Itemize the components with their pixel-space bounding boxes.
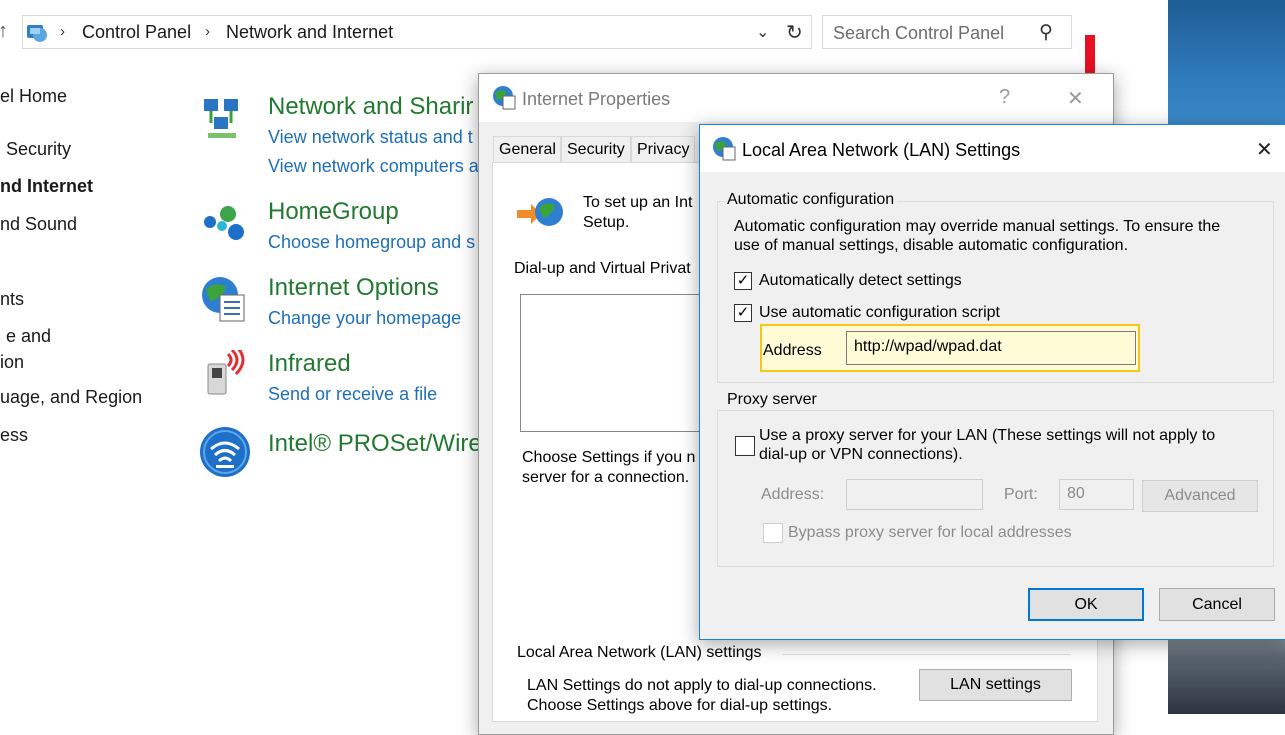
breadcrumb-separator-icon: › xyxy=(205,23,210,40)
setup-text-line2: Setup. xyxy=(583,214,630,231)
breadcrumb-network-and-internet[interactable]: Network and Internet xyxy=(226,22,393,43)
ok-button[interactable]: OK xyxy=(1028,588,1144,621)
nav-hardware-and-sound[interactable]: nd Sound xyxy=(0,214,77,235)
auto-detect-label[interactable]: Automatically detect settings xyxy=(759,272,962,290)
search-input[interactable]: Search Control Panel xyxy=(833,23,1004,44)
internet-options-icon xyxy=(198,273,248,328)
breadcrumb-separator-icon: › xyxy=(60,23,65,40)
category-internet-options-title[interactable]: Internet Options xyxy=(268,274,439,302)
auto-detect-checkbox[interactable]: ✓ xyxy=(734,272,752,290)
control-panel-icon xyxy=(24,19,50,45)
nav-clock-language-region[interactable]: uage, and Region xyxy=(0,387,142,408)
connections-list[interactable] xyxy=(520,294,712,432)
intel-wireless-icon xyxy=(198,425,252,484)
auto-script-label[interactable]: Use automatic configuration script xyxy=(759,304,1000,322)
port-input[interactable]: 80 xyxy=(1059,479,1134,510)
category-homegroup-title[interactable]: HomeGroup xyxy=(268,198,399,226)
internet-options-icon xyxy=(491,84,517,115)
script-address-input[interactable]: http://wpad/wpad.dat xyxy=(846,331,1136,365)
up-arrow-icon[interactable]: ↑ xyxy=(0,20,8,43)
auto-script-checkbox[interactable]: ✓ xyxy=(734,304,752,322)
auto-config-desc-line1: Automatic configuration may override man… xyxy=(734,218,1221,235)
homegroup-icon xyxy=(200,200,248,253)
category-intel-proset-title[interactable]: Intel® PROSet/Wire xyxy=(268,430,482,458)
auto-config-group-label: Automatic configuration xyxy=(724,191,898,209)
tab-privacy[interactable]: Privacy xyxy=(631,136,695,162)
help-icon[interactable]: ? xyxy=(999,86,1010,109)
network-sharing-icon xyxy=(198,95,246,148)
lan-group-divider xyxy=(783,654,1071,655)
choose-settings-text-line2: server for a connection. xyxy=(522,469,690,486)
infrared-icon xyxy=(204,344,250,403)
internet-options-icon xyxy=(711,135,737,166)
proxy-address-label: Address: xyxy=(761,486,825,503)
chevron-down-icon[interactable]: ⌄ xyxy=(756,22,769,42)
link-view-network-computers[interactable]: View network computers a xyxy=(268,156,479,177)
link-send-receive-file[interactable]: Send or receive a file xyxy=(268,384,437,405)
proxy-address-input[interactable] xyxy=(846,479,983,510)
close-icon[interactable]: ✕ xyxy=(1067,86,1084,111)
nav-ease-of-access[interactable]: ess xyxy=(0,425,28,446)
script-address-label: Address xyxy=(763,342,822,359)
lan-text-line1: LAN Settings do not apply to dial-up con… xyxy=(527,677,877,694)
category-network-sharing-title[interactable]: Network and Sharir xyxy=(268,93,473,121)
dialog-title: Local Area Network (LAN) Settings xyxy=(742,140,1021,160)
lan-group-label: Local Area Network (LAN) settings xyxy=(517,644,762,661)
setup-text-line1: To set up an Int xyxy=(583,194,693,211)
port-label: Port: xyxy=(1004,486,1038,503)
lan-settings-button[interactable]: LAN settings xyxy=(919,669,1072,701)
cancel-button[interactable]: Cancel xyxy=(1159,588,1275,621)
nav-programs[interactable]: nts xyxy=(0,289,24,310)
category-infrared-title[interactable]: Infrared xyxy=(268,350,351,378)
use-proxy-label-line2[interactable]: dial-up or VPN connections). xyxy=(759,446,963,464)
link-view-network-status[interactable]: View network status and t xyxy=(268,127,473,148)
refresh-icon[interactable]: ↻ xyxy=(786,20,803,45)
link-choose-homegroup[interactable]: Choose homegroup and s xyxy=(268,232,475,253)
dialog-title: Internet Properties xyxy=(522,89,671,109)
tab-security[interactable]: Security xyxy=(561,136,631,162)
breadcrumb-control-panel[interactable]: Control Panel xyxy=(82,22,191,43)
use-proxy-checkbox[interactable] xyxy=(735,436,755,456)
port-value: 80 xyxy=(1067,485,1085,502)
lan-text-line2: Choose Settings above for dial-up settin… xyxy=(527,697,833,714)
red-window-edge xyxy=(1085,35,1095,75)
advanced-button[interactable]: Advanced xyxy=(1142,480,1258,512)
proxy-server-group-label: Proxy server xyxy=(724,391,820,409)
setup-globe-arrow-icon xyxy=(515,192,565,237)
bypass-checkbox[interactable] xyxy=(763,523,783,543)
nav-appearance-line2[interactable]: ion xyxy=(0,352,24,373)
auto-config-desc-line2: use of manual settings, disable automati… xyxy=(734,237,1129,254)
link-change-homepage[interactable]: Change your homepage xyxy=(268,308,461,329)
nav-system-and-security[interactable]: Security xyxy=(6,139,71,160)
bypass-label[interactable]: Bypass proxy server for local addresses xyxy=(788,524,1072,542)
nav-network-and-internet[interactable]: nd Internet xyxy=(0,176,93,197)
script-address-value: http://wpad/wpad.dat xyxy=(854,338,1002,355)
dialup-vpn-label: Dial-up and Virtual Privat xyxy=(514,260,691,277)
close-icon[interactable]: ✕ xyxy=(1256,137,1273,162)
choose-settings-text-line1: Choose Settings if you n xyxy=(522,449,696,466)
nav-control-panel-home[interactable]: el Home xyxy=(0,86,67,107)
use-proxy-label-line1[interactable]: Use a proxy server for your LAN (These s… xyxy=(759,427,1215,445)
search-icon[interactable]: ⚲ xyxy=(1039,21,1053,44)
search-box[interactable]: Search Control Panel ⚲ xyxy=(822,15,1072,49)
lan-settings-dialog: Local Area Network (LAN) Settings ✕ Auto… xyxy=(699,124,1285,640)
nav-appearance-line1[interactable]: e and xyxy=(6,326,51,347)
tab-general[interactable]: General xyxy=(493,136,561,162)
